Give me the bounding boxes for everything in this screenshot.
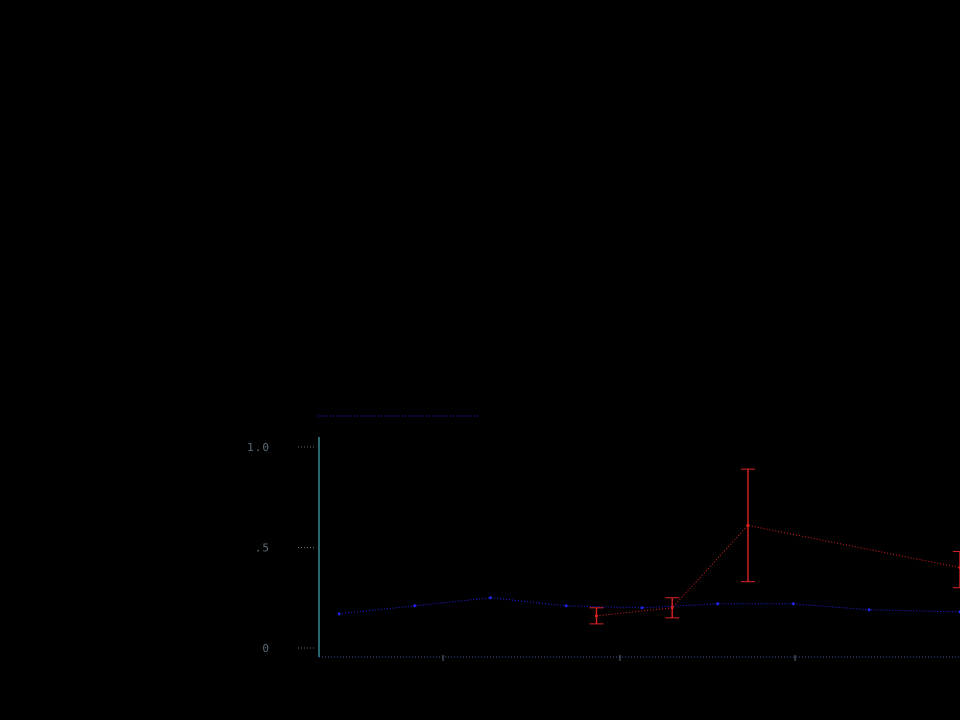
x-ticks [442,655,796,661]
y-tick-label: 0 [262,642,270,655]
data-point [413,604,417,608]
y-ticks: 0 .5 1.0 [247,441,316,655]
series-line [596,524,960,617]
data-point [746,523,750,527]
data-point [716,602,720,606]
data-point [594,614,598,618]
data-point [640,606,644,610]
data-point [488,596,492,600]
y-tick-label: 1.0 [247,441,270,454]
data-point [337,612,341,616]
series-line [338,597,960,615]
data-point [867,608,871,612]
data-point [791,602,795,606]
data-point [670,606,674,610]
y-tick-label: .5 [255,542,270,555]
data-point [564,604,568,608]
chart: 0 .5 1.0 [247,415,960,661]
series-layer [337,468,960,625]
